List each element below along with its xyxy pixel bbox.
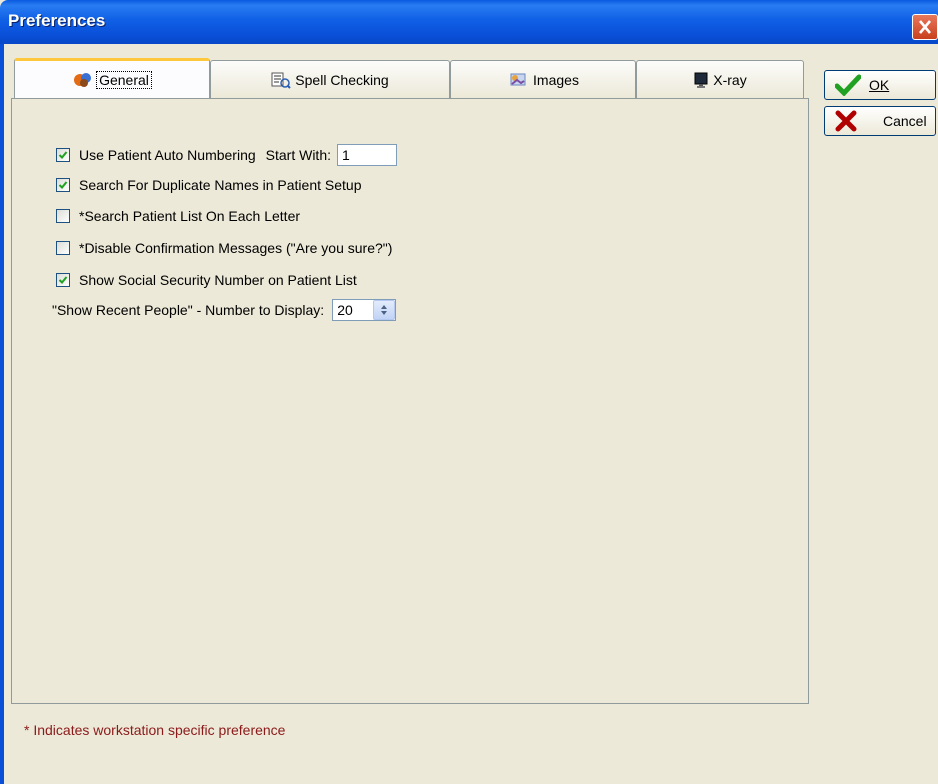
window-frame: [0, 44, 4, 784]
red-x-icon: [835, 110, 857, 132]
spell-check-icon: [271, 71, 292, 89]
tab-images[interactable]: Images: [450, 60, 636, 98]
checkmark-icon: [58, 151, 68, 159]
cancel-label: Cancel: [883, 113, 927, 129]
green-check-icon: [835, 74, 861, 96]
auto-numbering-checkbox[interactable]: [56, 148, 70, 162]
search-each-letter-label: *Search Patient List On Each Letter: [79, 208, 301, 224]
close-button[interactable]: [912, 14, 938, 40]
disable-confirm-row: *Disable Confirmation Messages ("Are you…: [56, 240, 392, 256]
window-title: Preferences: [8, 11, 106, 30]
recent-people-label: "Show Recent People" - Number to Display…: [52, 302, 325, 318]
show-ssn-row: Show Social Security Number on Patient L…: [56, 272, 357, 288]
xray-monitor-icon: [693, 71, 709, 89]
search-each-letter-row: *Search Patient List On Each Letter: [56, 208, 300, 224]
checkmark-icon: [58, 181, 68, 189]
images-icon: [507, 71, 529, 89]
start-with-label: Start With:: [265, 147, 332, 163]
duplicate-names-label: Search For Duplicate Names in Patient Se…: [79, 177, 362, 193]
duplicate-names-checkbox[interactable]: [56, 178, 70, 192]
checkmark-icon: [58, 276, 68, 284]
tab-xray[interactable]: X-ray: [636, 60, 804, 98]
general-icon: [73, 71, 93, 89]
tab-label: Images: [533, 71, 579, 88]
recent-people-row: "Show Recent People" - Number to Display…: [52, 299, 397, 321]
tab-label: General: [96, 70, 152, 89]
start-with-value: 1: [342, 147, 350, 163]
duplicate-names-row: Search For Duplicate Names in Patient Se…: [56, 177, 361, 193]
show-ssn-label: Show Social Security Number on Patient L…: [79, 272, 357, 288]
ok-label: OK: [869, 77, 890, 93]
search-each-letter-checkbox[interactable]: [56, 209, 70, 223]
spinner-arrows[interactable]: [373, 300, 396, 320]
recent-people-spinner[interactable]: 20: [332, 299, 397, 321]
recent-people-value: 20: [337, 302, 353, 318]
auto-numbering-label: Use Patient Auto Numbering: [79, 147, 256, 163]
cancel-button[interactable]: Cancel: [824, 106, 936, 136]
show-ssn-checkbox[interactable]: [56, 273, 70, 287]
close-icon: [919, 20, 931, 34]
ok-button[interactable]: OK: [824, 70, 936, 100]
tab-spell-checking[interactable]: Spell Checking: [210, 60, 450, 98]
tab-general[interactable]: General: [14, 58, 210, 98]
auto-numbering-row: Use Patient Auto Numbering Start With: 1: [56, 144, 398, 166]
tab-label: Spell Checking: [295, 71, 389, 88]
start-with-input[interactable]: 1: [337, 144, 398, 166]
up-down-arrow-icon: [381, 305, 388, 315]
title-bar[interactable]: Preferences: [0, 0, 938, 44]
disable-confirm-checkbox[interactable]: [56, 241, 70, 255]
workstation-footnote: * Indicates workstation specific prefere…: [24, 722, 286, 738]
disable-confirm-label: *Disable Confirmation Messages ("Are you…: [79, 240, 393, 256]
tab-label: X-ray: [713, 71, 747, 88]
